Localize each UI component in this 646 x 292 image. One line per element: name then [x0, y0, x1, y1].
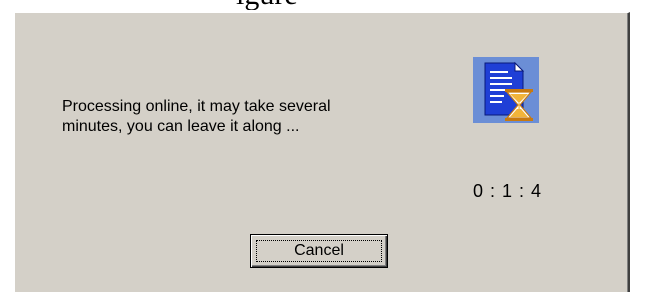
- processing-dialog: Processing online, it may take several m…: [14, 12, 630, 292]
- processing-message: Processing online, it may take several m…: [62, 97, 422, 137]
- cancel-button-label: Cancel: [294, 242, 344, 259]
- message-line-1: Processing online, it may take several: [62, 98, 331, 115]
- document-hourglass-icon: [473, 57, 539, 123]
- dialog-border-shadow: [627, 13, 628, 292]
- page: igure Processing online, it may take sev…: [0, 0, 646, 292]
- cancel-button[interactable]: Cancel: [250, 234, 388, 268]
- page-heading-fragment: igure: [236, 0, 416, 10]
- elapsed-time: 0 : 1 : 4: [473, 181, 543, 201]
- message-line-2: minutes, you can leave it along ...: [62, 118, 300, 135]
